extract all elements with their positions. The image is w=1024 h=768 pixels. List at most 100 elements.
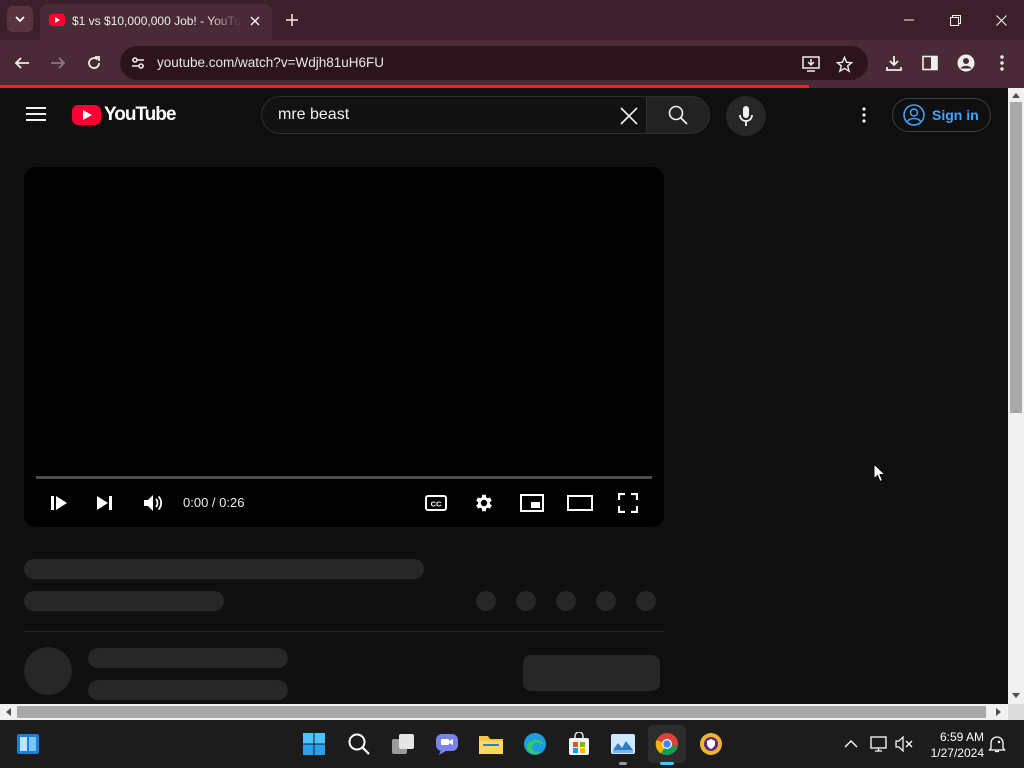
chevron-up-icon bbox=[844, 740, 858, 748]
scroll-right-button[interactable] bbox=[991, 704, 1007, 720]
address-bar[interactable]: youtube.com/watch?v=Wdjh81uH6FU bbox=[120, 46, 868, 80]
scroll-down-button[interactable] bbox=[1008, 689, 1024, 703]
horizontal-scroll-thumb[interactable] bbox=[17, 706, 986, 718]
captions-button[interactable]: CC bbox=[422, 489, 450, 517]
store-icon bbox=[569, 732, 589, 755]
arrow-left-icon bbox=[6, 708, 11, 716]
taskbar-search-button[interactable] bbox=[345, 730, 373, 758]
time-display: 0:00 / 0:26 bbox=[183, 495, 245, 510]
vpn-app-button[interactable] bbox=[697, 730, 725, 758]
teams-chat-button[interactable] bbox=[433, 730, 461, 758]
back-button[interactable] bbox=[11, 52, 33, 74]
minimize-icon bbox=[904, 19, 914, 21]
sign-in-label: Sign in bbox=[932, 107, 979, 123]
side-panel-icon bbox=[922, 55, 938, 71]
plus-icon bbox=[286, 14, 298, 26]
account-circle-icon bbox=[903, 104, 925, 126]
clock-time: 6:59 AM bbox=[939, 730, 984, 744]
tab-close-button[interactable] bbox=[246, 12, 264, 30]
mute-button[interactable] bbox=[139, 489, 167, 517]
chevron-down-icon bbox=[15, 16, 25, 23]
arrow-left-icon bbox=[14, 57, 29, 69]
settings-button[interactable] bbox=[470, 489, 498, 517]
network-button[interactable] bbox=[869, 734, 889, 754]
restore-button[interactable] bbox=[940, 6, 970, 34]
voice-search-button[interactable] bbox=[726, 96, 766, 136]
minimize-button[interactable] bbox=[894, 6, 924, 34]
close-icon bbox=[250, 16, 260, 26]
site-info-button[interactable] bbox=[128, 53, 148, 73]
action-placeholder bbox=[556, 591, 576, 611]
shield-app-icon bbox=[700, 733, 722, 755]
install-app-button[interactable] bbox=[801, 54, 821, 74]
edge-button[interactable] bbox=[521, 730, 549, 758]
start-button[interactable] bbox=[300, 730, 328, 758]
skip-next-icon bbox=[97, 496, 112, 510]
menu-line bbox=[26, 107, 46, 109]
downloads-button[interactable] bbox=[883, 52, 905, 74]
more-vertical-icon bbox=[862, 107, 866, 123]
svg-text:CC: CC bbox=[431, 500, 442, 509]
volume-muted-icon bbox=[895, 736, 913, 752]
action-placeholder bbox=[596, 591, 616, 611]
show-hidden-icons-button[interactable] bbox=[841, 734, 861, 754]
active-app-indicator bbox=[660, 762, 674, 765]
youtube-logo[interactable]: YouTube bbox=[72, 104, 176, 126]
fullscreen-icon bbox=[618, 493, 638, 513]
edge-icon bbox=[524, 733, 546, 755]
windows-taskbar: 6:59 AM 1/27/2024 bbox=[0, 720, 1024, 768]
new-tab-button[interactable] bbox=[282, 10, 302, 30]
youtube-play-logo-icon bbox=[72, 105, 101, 125]
browser-tab-active[interactable]: $1 vs $10,000,000 Job! - YouTube bbox=[40, 4, 272, 40]
scrollbar-corner bbox=[1008, 704, 1024, 720]
miniplayer-button[interactable] bbox=[518, 489, 546, 517]
vertical-scroll-thumb[interactable] bbox=[1010, 102, 1022, 413]
volume-button[interactable] bbox=[894, 734, 914, 754]
search-input[interactable] bbox=[278, 106, 598, 124]
install-icon bbox=[802, 56, 820, 72]
scroll-up-button[interactable] bbox=[1008, 88, 1024, 102]
guide-menu-button[interactable] bbox=[26, 105, 46, 123]
chrome-menu-button[interactable] bbox=[991, 52, 1013, 74]
system-clock[interactable]: 6:59 AM 1/27/2024 bbox=[920, 729, 984, 761]
clock-date: 1/27/2024 bbox=[930, 746, 984, 760]
file-explorer-button[interactable] bbox=[477, 730, 505, 758]
fullscreen-button[interactable] bbox=[614, 489, 642, 517]
notification-bell-icon bbox=[988, 736, 1006, 753]
progress-bar[interactable] bbox=[36, 476, 652, 479]
windows-logo-icon bbox=[303, 733, 325, 755]
widgets-button[interactable] bbox=[14, 730, 42, 758]
sign-in-button[interactable]: Sign in bbox=[892, 98, 991, 132]
search-box bbox=[261, 96, 647, 134]
photos-app-button[interactable] bbox=[609, 730, 637, 758]
next-button[interactable] bbox=[91, 489, 119, 517]
scroll-left-button[interactable] bbox=[0, 704, 16, 720]
task-view-button[interactable] bbox=[389, 730, 417, 758]
channel-avatar-placeholder bbox=[24, 647, 72, 695]
more-vertical-icon bbox=[1000, 55, 1004, 71]
meta-placeholder bbox=[24, 591, 224, 611]
play-button[interactable] bbox=[45, 489, 73, 517]
clear-search-button[interactable] bbox=[617, 104, 641, 128]
bookmark-button[interactable] bbox=[834, 54, 854, 74]
notifications-button[interactable] bbox=[987, 734, 1007, 754]
settings-more-button[interactable] bbox=[852, 103, 876, 127]
theater-mode-button[interactable] bbox=[566, 489, 594, 517]
search-button[interactable] bbox=[646, 96, 710, 134]
subscribe-button-placeholder bbox=[523, 655, 660, 691]
tab-search-button[interactable] bbox=[7, 6, 33, 32]
close-window-button[interactable] bbox=[986, 6, 1016, 34]
browser-tab-strip: $1 vs $10,000,000 Job! - YouTube bbox=[0, 0, 1024, 40]
side-panel-button[interactable] bbox=[919, 52, 941, 74]
profile-button[interactable] bbox=[955, 52, 977, 74]
divider bbox=[24, 631, 664, 632]
reload-button[interactable] bbox=[83, 52, 105, 74]
microsoft-store-button[interactable] bbox=[565, 730, 593, 758]
mouse-pointer-icon bbox=[873, 463, 887, 483]
arrow-right-icon bbox=[996, 708, 1001, 716]
action-placeholder bbox=[516, 591, 536, 611]
forward-button[interactable] bbox=[47, 52, 69, 74]
video-player[interactable]: 0:00 / 0:26 CC bbox=[24, 167, 664, 527]
task-view-icon bbox=[392, 734, 414, 754]
chrome-taskbar-button[interactable] bbox=[648, 725, 686, 763]
